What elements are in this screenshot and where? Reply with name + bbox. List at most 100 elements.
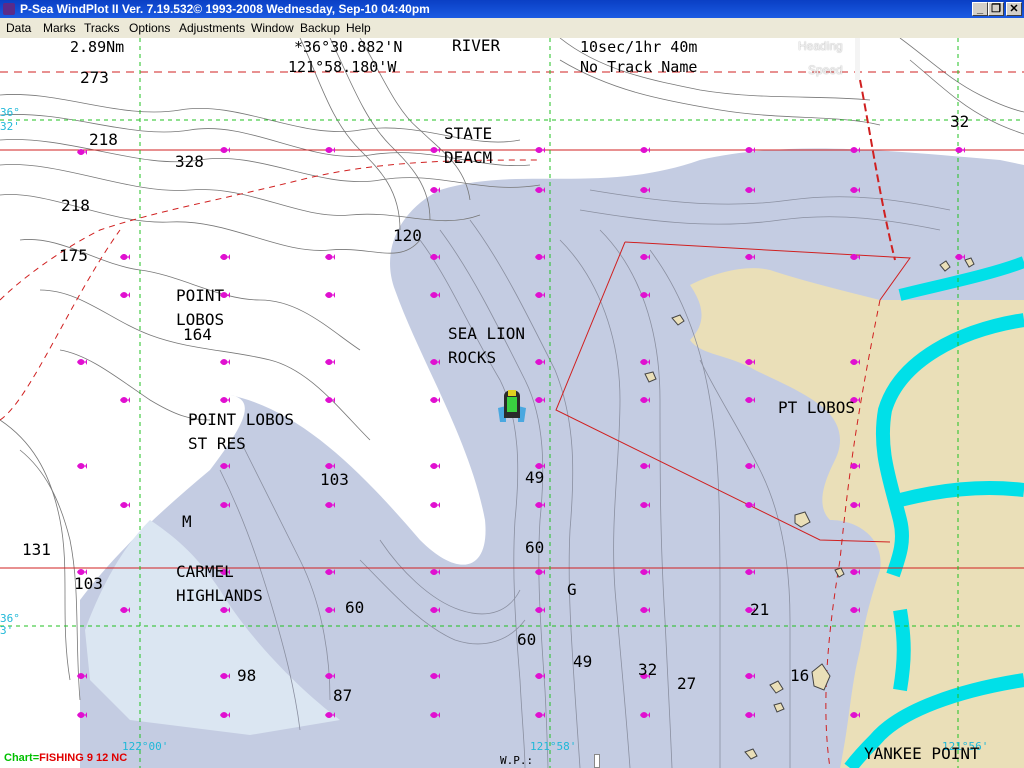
fish-marker-icon[interactable]	[429, 185, 441, 195]
fish-marker-icon[interactable]	[219, 357, 231, 367]
fish-marker-icon[interactable]	[324, 567, 336, 577]
fish-marker-icon[interactable]	[76, 461, 88, 471]
fish-marker-icon[interactable]	[429, 605, 441, 615]
depth-label: 32	[950, 112, 970, 131]
fish-marker-icon[interactable]	[324, 500, 336, 510]
fish-marker-icon[interactable]	[219, 395, 231, 405]
fish-marker-icon[interactable]	[429, 395, 441, 405]
fish-marker-icon[interactable]	[219, 500, 231, 510]
fish-marker-icon[interactable]	[639, 185, 651, 195]
fish-marker-icon[interactable]	[744, 357, 756, 367]
fish-marker-icon[interactable]	[534, 252, 546, 262]
fish-marker-icon[interactable]	[954, 145, 966, 155]
fish-marker-icon[interactable]	[744, 710, 756, 720]
fish-marker-icon[interactable]	[639, 145, 651, 155]
menu-options[interactable]: Options	[129, 18, 170, 38]
fish-marker-icon[interactable]	[534, 710, 546, 720]
fish-marker-icon[interactable]	[744, 671, 756, 681]
fish-marker-icon[interactable]	[429, 357, 441, 367]
minimize-button[interactable]: _	[972, 2, 988, 16]
fish-marker-icon[interactable]	[119, 395, 131, 405]
fish-marker-icon[interactable]	[534, 567, 546, 577]
fish-marker-icon[interactable]	[324, 710, 336, 720]
fish-marker-icon[interactable]	[219, 671, 231, 681]
fish-marker-icon[interactable]	[534, 500, 546, 510]
fish-marker-icon[interactable]	[744, 461, 756, 471]
fish-marker-icon[interactable]	[534, 605, 546, 615]
fish-marker-icon[interactable]	[76, 147, 88, 157]
fish-marker-icon[interactable]	[534, 357, 546, 367]
menu-adjustments[interactable]: Adjustments	[179, 18, 245, 38]
fish-marker-icon[interactable]	[639, 500, 651, 510]
fish-marker-icon[interactable]	[429, 461, 441, 471]
fish-marker-icon[interactable]	[954, 252, 966, 262]
fish-marker-icon[interactable]	[534, 185, 546, 195]
fish-marker-icon[interactable]	[76, 671, 88, 681]
fish-marker-icon[interactable]	[219, 145, 231, 155]
fish-marker-icon[interactable]	[324, 395, 336, 405]
depth-label: 175	[59, 246, 88, 265]
fish-marker-icon[interactable]	[324, 290, 336, 300]
fish-marker-icon[interactable]	[219, 710, 231, 720]
fish-marker-icon[interactable]	[429, 252, 441, 262]
fish-marker-icon[interactable]	[324, 357, 336, 367]
fish-marker-icon[interactable]	[849, 500, 861, 510]
fish-marker-icon[interactable]	[639, 461, 651, 471]
close-button[interactable]: ✕	[1006, 2, 1022, 16]
fish-marker-icon[interactable]	[324, 145, 336, 155]
fish-marker-icon[interactable]	[744, 567, 756, 577]
fish-marker-icon[interactable]	[219, 461, 231, 471]
fish-marker-icon[interactable]	[429, 567, 441, 577]
fish-marker-icon[interactable]	[639, 252, 651, 262]
fish-marker-icon[interactable]	[324, 671, 336, 681]
fish-marker-icon[interactable]	[324, 252, 336, 262]
fish-marker-icon[interactable]	[76, 710, 88, 720]
chart-map[interactable]: 2.89Nm *36°30.882'N 121°58.180'W 10sec/1…	[0, 36, 1024, 768]
fish-marker-icon[interactable]	[429, 671, 441, 681]
fish-marker-icon[interactable]	[849, 710, 861, 720]
fish-marker-icon[interactable]	[119, 605, 131, 615]
fish-marker-icon[interactable]	[534, 290, 546, 300]
fish-marker-icon[interactable]	[429, 500, 441, 510]
fish-marker-icon[interactable]	[119, 252, 131, 262]
fish-marker-icon[interactable]	[639, 605, 651, 615]
fish-marker-icon[interactable]	[324, 605, 336, 615]
fish-marker-icon[interactable]	[849, 461, 861, 471]
fish-marker-icon[interactable]	[639, 710, 651, 720]
fish-marker-icon[interactable]	[534, 395, 546, 405]
fish-marker-icon[interactable]	[639, 395, 651, 405]
fish-marker-icon[interactable]	[849, 605, 861, 615]
menu-backup[interactable]: Backup	[300, 18, 340, 38]
latitude-readout: *36°30.882'N	[294, 38, 403, 56]
fish-marker-icon[interactable]	[744, 185, 756, 195]
fish-marker-icon[interactable]	[744, 252, 756, 262]
fish-marker-icon[interactable]	[639, 567, 651, 577]
fish-marker-icon[interactable]	[639, 357, 651, 367]
menu-marks[interactable]: Marks	[43, 18, 76, 38]
fish-marker-icon[interactable]	[429, 290, 441, 300]
fish-marker-icon[interactable]	[219, 252, 231, 262]
fish-marker-icon[interactable]	[119, 500, 131, 510]
window-title: P-Sea WindPlot II Ver. 7.19.532© 1993-20…	[20, 2, 430, 16]
fish-marker-icon[interactable]	[534, 671, 546, 681]
fish-marker-icon[interactable]	[849, 145, 861, 155]
fish-marker-icon[interactable]	[744, 395, 756, 405]
fish-marker-icon[interactable]	[744, 145, 756, 155]
fish-marker-icon[interactable]	[849, 185, 861, 195]
fish-marker-icon[interactable]	[849, 357, 861, 367]
fish-marker-icon[interactable]	[76, 357, 88, 367]
menu-window[interactable]: Window	[251, 18, 294, 38]
fish-marker-icon[interactable]	[534, 145, 546, 155]
fish-marker-icon[interactable]	[429, 145, 441, 155]
fish-marker-icon[interactable]	[119, 290, 131, 300]
chart-name: FISHING 9 12 NC	[39, 752, 128, 764]
fish-marker-icon[interactable]	[639, 290, 651, 300]
fish-marker-icon[interactable]	[744, 500, 756, 510]
restore-button[interactable]: ❐	[988, 2, 1004, 16]
fish-marker-icon[interactable]	[429, 710, 441, 720]
fish-marker-icon[interactable]	[849, 567, 861, 577]
menu-data[interactable]: Data	[6, 18, 31, 38]
menu-help[interactable]: Help	[346, 18, 371, 38]
fish-marker-icon[interactable]	[849, 252, 861, 262]
menu-tracks[interactable]: Tracks	[84, 18, 120, 38]
